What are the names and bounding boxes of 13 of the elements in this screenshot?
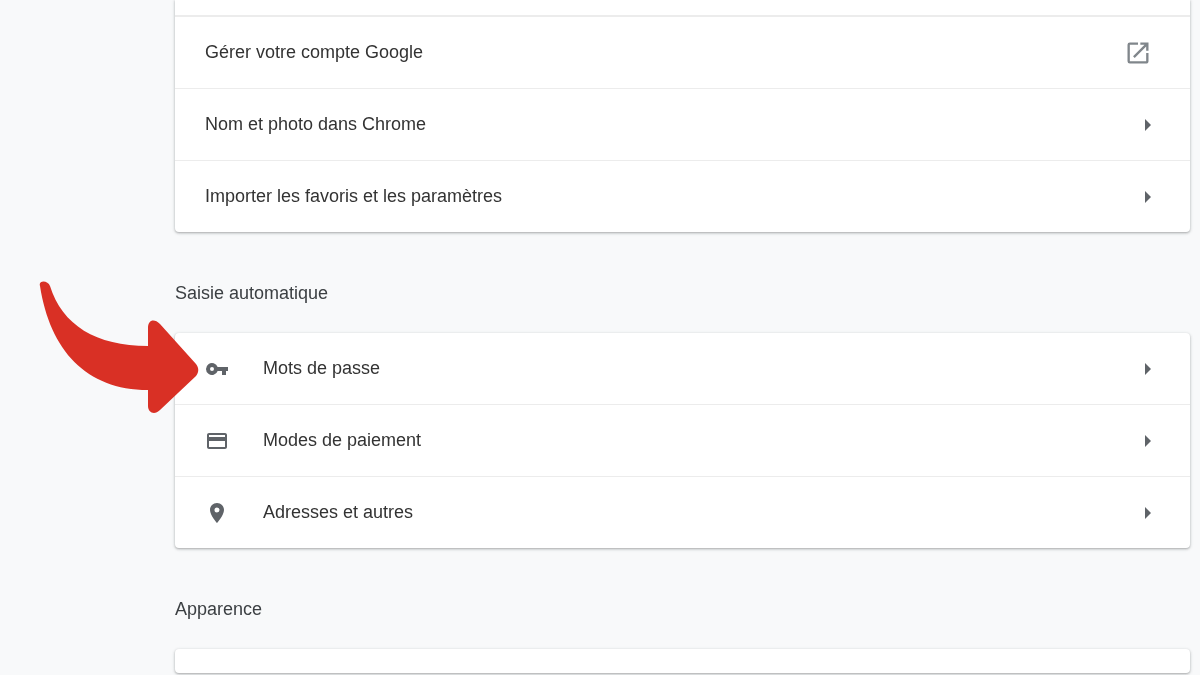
submenu-arrow-icon[interactable] xyxy=(1144,118,1152,131)
menu-item-label[interactable]: Nom et photo dans Chrome xyxy=(205,114,1144,135)
submenu-arrow-icon[interactable] xyxy=(1144,506,1152,519)
menu-item-label[interactable]: Importer les favoris et les paramètres xyxy=(205,186,1144,207)
menu-item-label[interactable]: Gérer votre compte Google xyxy=(205,42,1124,63)
menu-item-label[interactable]: Modes de paiement xyxy=(263,430,1144,451)
section-title: Saisie automatique xyxy=(175,282,330,305)
menu-item-label[interactable]: Mots de passe xyxy=(263,358,1144,379)
submenu-arrow-icon[interactable] xyxy=(1144,190,1152,203)
submenu-arrow-icon[interactable] xyxy=(1144,434,1152,447)
menu-item-label[interactable]: Adresses et autres xyxy=(263,502,1144,523)
section-title: Apparence xyxy=(175,598,264,621)
submenu-arrow-icon[interactable] xyxy=(1144,362,1152,375)
